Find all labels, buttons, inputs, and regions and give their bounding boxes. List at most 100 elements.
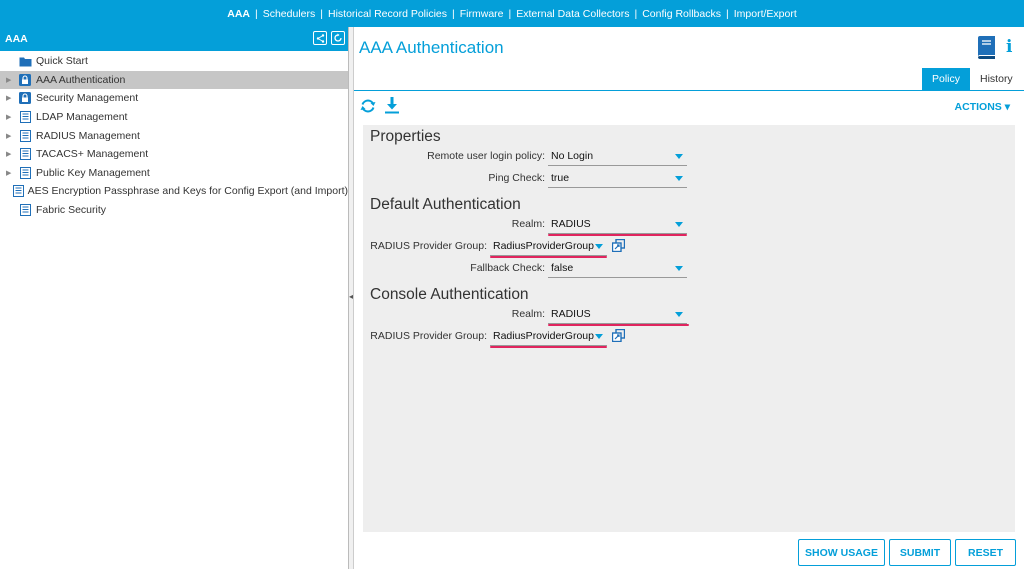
reset-button[interactable]: RESET bbox=[955, 539, 1016, 566]
nav-schedulers[interactable]: Schedulers bbox=[263, 8, 316, 20]
expand-arrow-icon[interactable]: ▶ bbox=[6, 150, 18, 158]
nav-separator: | bbox=[254, 7, 258, 20]
policy-form: Properties Remote user login policy: No … bbox=[363, 125, 1015, 532]
chevron-down-icon: ▾ bbox=[1004, 101, 1010, 113]
tab-history[interactable]: History bbox=[970, 68, 1023, 90]
tree-item-label: Fabric Security bbox=[36, 204, 107, 217]
console-provider-group-select[interactable]: RadiusProviderGroup bbox=[490, 327, 607, 346]
lock-icon bbox=[18, 92, 32, 105]
download-icon[interactable] bbox=[384, 97, 400, 117]
console-realm-value: RADIUS bbox=[551, 308, 591, 320]
share-icon[interactable] bbox=[313, 31, 327, 45]
tree-item-tacacs-management[interactable]: ▶ TACACS+ Management bbox=[0, 145, 348, 164]
tree-item-security-management[interactable]: ▶ Security Management bbox=[0, 89, 348, 108]
fallback-check-value: false bbox=[551, 262, 574, 274]
tab-divider bbox=[354, 90, 1024, 91]
default-provider-group-label: RADIUS Provider Group: bbox=[370, 240, 487, 252]
nav-config-rollbacks[interactable]: Config Rollbacks bbox=[642, 8, 721, 20]
remote-login-label: Remote user login policy: bbox=[427, 150, 545, 162]
main-panel: AAA Authentication i Policy History ACTI… bbox=[354, 27, 1024, 569]
default-provider-group-value: RadiusProviderGroup bbox=[493, 240, 594, 252]
submit-button[interactable]: SUBMIT bbox=[889, 539, 951, 566]
expand-arrow-icon[interactable]: ▶ bbox=[6, 76, 18, 84]
tree-item-label: AES Encryption Passphrase and Keys for C… bbox=[27, 185, 348, 198]
nav-separator: | bbox=[320, 7, 323, 20]
dropdown-caret-icon bbox=[675, 221, 683, 227]
section-title-properties: Properties bbox=[370, 128, 441, 145]
ping-check-label: Ping Check: bbox=[488, 172, 545, 184]
default-provider-group-select[interactable]: RadiusProviderGroup bbox=[490, 237, 607, 256]
dropdown-caret-icon bbox=[595, 243, 603, 249]
folder-icon bbox=[18, 55, 32, 67]
tree-item-quick-start[interactable]: Quick Start bbox=[0, 52, 348, 71]
nav-external-data-collectors[interactable]: External Data Collectors bbox=[516, 8, 629, 20]
open-window-icon[interactable] bbox=[611, 328, 626, 345]
refresh-icon[interactable] bbox=[331, 31, 345, 45]
collapse-arrow-icon[interactable]: ◂ bbox=[349, 292, 353, 301]
list-icon bbox=[18, 166, 32, 179]
fallback-check-label: Fallback Check: bbox=[470, 262, 545, 274]
tab-policy[interactable]: Policy bbox=[922, 68, 971, 90]
nav-historical-record-policies[interactable]: Historical Record Policies bbox=[328, 8, 447, 20]
highlight-underline bbox=[490, 256, 607, 258]
refresh-icon[interactable] bbox=[360, 98, 376, 117]
ping-check-value: true bbox=[551, 172, 570, 184]
remote-login-select[interactable]: No Login bbox=[548, 147, 687, 166]
list-icon bbox=[18, 111, 32, 124]
tree-item-label: LDAP Management bbox=[36, 111, 128, 124]
tree-item-label: Quick Start bbox=[36, 55, 88, 68]
tree-item-aes-encryption[interactable]: AES Encryption Passphrase and Keys for C… bbox=[0, 182, 348, 201]
dropdown-caret-icon bbox=[675, 175, 683, 181]
tree-item-fabric-security[interactable]: Fabric Security bbox=[0, 201, 348, 220]
list-icon bbox=[12, 185, 24, 198]
expand-arrow-icon[interactable]: ▶ bbox=[6, 132, 18, 140]
default-realm-value: RADIUS bbox=[551, 218, 591, 230]
navigation-panel: AAA Quick Start ▶ AAA Authentication ▶ S… bbox=[0, 27, 349, 569]
tree-item-ldap-management[interactable]: ▶ LDAP Management bbox=[0, 108, 348, 127]
show-usage-button[interactable]: SHOW USAGE bbox=[798, 539, 885, 566]
info-icon[interactable]: i bbox=[1006, 37, 1012, 57]
expand-arrow-icon[interactable]: ▶ bbox=[6, 169, 18, 177]
list-icon bbox=[18, 204, 32, 217]
expand-arrow-icon[interactable]: ▶ bbox=[6, 94, 18, 102]
highlight-underline bbox=[490, 346, 607, 348]
tab-bar: Policy History bbox=[922, 68, 1023, 90]
nav-separator: | bbox=[508, 7, 512, 20]
navigation-header: AAA bbox=[0, 27, 348, 51]
tree-item-public-key-management[interactable]: ▶ Public Key Management bbox=[0, 164, 348, 183]
highlight-underline bbox=[548, 234, 687, 236]
tree-item-label: Public Key Management bbox=[36, 166, 150, 179]
actions-label: ACTIONS bbox=[954, 101, 1002, 113]
console-realm-select[interactable]: RADIUS bbox=[548, 305, 687, 324]
actions-menu[interactable]: ACTIONS ▾ bbox=[955, 101, 1010, 113]
section-title-console-authentication: Console Authentication bbox=[370, 286, 529, 303]
ping-check-select[interactable]: true bbox=[548, 169, 687, 188]
console-provider-group-label: RADIUS Provider Group: bbox=[370, 330, 487, 342]
expand-arrow-icon[interactable]: ▶ bbox=[6, 113, 18, 121]
nav-separator: | bbox=[452, 7, 455, 20]
fallback-check-select[interactable]: false bbox=[548, 259, 687, 278]
default-realm-select[interactable]: RADIUS bbox=[548, 215, 687, 234]
nav-aaa[interactable]: AAA bbox=[227, 8, 250, 20]
tree-item-aaa-authentication[interactable]: ▶ AAA Authentication bbox=[0, 70, 348, 90]
lock-icon bbox=[18, 73, 32, 86]
nav-separator: | bbox=[726, 7, 729, 20]
book-icon[interactable] bbox=[975, 36, 997, 63]
dropdown-caret-icon bbox=[675, 311, 683, 317]
nav-firmware[interactable]: Firmware bbox=[460, 8, 504, 20]
nav-separator: | bbox=[634, 7, 638, 20]
remote-login-value: No Login bbox=[551, 150, 594, 162]
dropdown-caret-icon bbox=[595, 333, 603, 339]
navigation-title: AAA bbox=[5, 33, 28, 45]
open-window-icon[interactable] bbox=[611, 238, 626, 255]
section-title-default-authentication: Default Authentication bbox=[370, 196, 521, 213]
tree-item-label: RADIUS Management bbox=[36, 129, 140, 142]
nav-import-export[interactable]: Import/Export bbox=[734, 8, 797, 20]
list-icon bbox=[18, 129, 32, 142]
tree-item-label: AAA Authentication bbox=[36, 73, 126, 86]
tree-item-radius-management[interactable]: ▶ RADIUS Management bbox=[0, 126, 348, 145]
tree-item-label: Security Management bbox=[36, 92, 139, 105]
list-icon bbox=[18, 148, 32, 161]
console-realm-label: Realm: bbox=[511, 308, 545, 320]
highlight-underline bbox=[548, 324, 689, 326]
